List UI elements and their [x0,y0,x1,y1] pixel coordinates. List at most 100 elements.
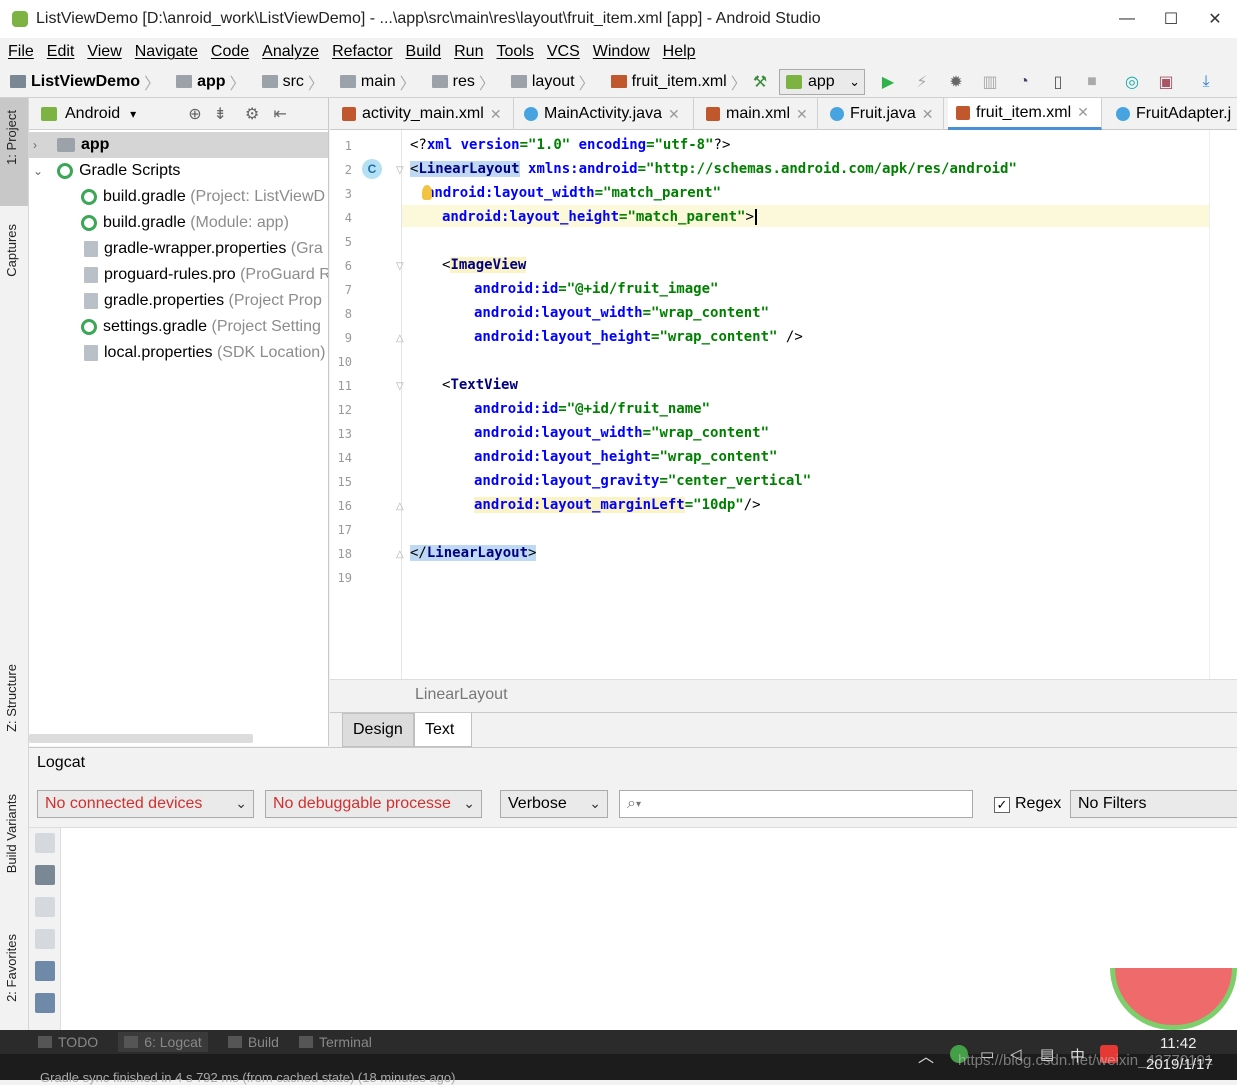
clear-logcat-icon[interactable] [35,833,55,853]
tool-tab-structure[interactable]: Z: Structure [4,664,19,732]
close-tab-icon[interactable]: ✕ [922,106,934,123]
menu-analyze[interactable]: Analyze [262,43,319,61]
print-icon[interactable] [35,993,55,1013]
tree-item-settings-gradle[interactable]: settings.gradle (Project Setting [29,314,328,340]
chevron-down-icon[interactable]: ▾ [130,107,136,121]
tool-window-terminal[interactable]: Terminal [298,1034,372,1050]
locate-icon[interactable]: ⊕ [188,104,201,124]
breadcrumb-app[interactable]: app 〉 [166,70,246,94]
menu-navigate[interactable]: Navigate [135,43,198,61]
lightbulb-icon[interactable] [422,185,432,200]
search-input[interactable]: ⌕ ▾ [619,790,973,818]
horizontal-scrollbar[interactable] [29,734,253,743]
device-manager-icon[interactable]: ▯ [1048,72,1068,92]
breadcrumb-file[interactable]: fruit_item.xml 〉 [601,70,747,94]
tool-tab-build-variants[interactable]: Build Variants [4,794,19,873]
tab-fruit-java[interactable]: Fruit.java ✕ [822,98,944,130]
java-class-icon [1116,107,1130,121]
minimize-button[interactable]: — [1105,0,1149,38]
logcat-icon [124,1036,139,1048]
avd-manager-icon[interactable]: ▣ [1156,72,1176,92]
apply-changes-icon[interactable]: ⚡ [912,72,932,92]
down-arrow-icon[interactable] [35,929,55,949]
module-folder-icon [57,138,75,152]
breadcrumb-project[interactable]: ListViewDemo 〉 [0,70,160,94]
tool-window-todo[interactable]: TODO [38,1034,98,1050]
hammer-icon[interactable]: ⚒ [750,72,770,92]
menu-tools[interactable]: Tools [496,43,533,61]
tree-item-proguard[interactable]: proguard-rules.pro (ProGuard R [29,262,328,288]
tree-item-local-properties[interactable]: local.properties (SDK Location) [29,340,328,366]
device-select[interactable]: No connected devices ⌄ [37,790,254,818]
run-icon[interactable]: ▶ [878,72,898,92]
tree-item-gradle-properties[interactable]: gradle.properties (Project Prop [29,288,328,314]
status-message: Gradle sync finished in 4 s 792 ms (from… [40,1070,456,1085]
tool-tab-captures[interactable]: Captures [4,224,19,277]
tab-mainactivity-java[interactable]: MainActivity.java ✕ [516,98,694,130]
tree-item-build-gradle-module[interactable]: build.gradle (Module: app) [29,210,328,236]
tool-tab-favorites[interactable]: 2: Favorites [4,934,19,1002]
tool-tab-project[interactable]: 1: Project [4,110,19,165]
breadcrumb-src[interactable]: src 〉 [252,70,324,94]
collapse-icon[interactable]: ⇟ [214,104,227,124]
class-marker-icon[interactable]: C [362,159,382,179]
code-line-4: android:layout_height="match_parent"> [442,206,757,228]
menu-file[interactable]: File [8,43,34,61]
tab-text[interactable]: Text [414,713,472,747]
sync-icon[interactable]: ◎ [1122,72,1142,92]
view-selector[interactable]: Android [65,105,120,123]
tab-main-xml[interactable]: main.xml ✕ [698,98,818,130]
chevron-right-icon[interactable]: › [33,138,37,152]
menu-help[interactable]: Help [663,43,696,61]
regex-checkbox[interactable]: ✓ [994,797,1010,813]
folder-icon [339,75,356,88]
menu-code[interactable]: Code [211,43,249,61]
hide-icon[interactable]: ⇤ [273,104,286,124]
gear-icon[interactable]: ⚙ [245,104,259,124]
tab-fruit-item-xml[interactable]: fruit_item.xml ✕ [948,98,1102,130]
menu-run[interactable]: Run [454,43,483,61]
tab-fruitadapter-java[interactable]: FruitAdapter.j [1108,98,1237,130]
stop-icon[interactable]: ■ [1082,72,1102,92]
close-tab-icon[interactable]: ✕ [1077,104,1089,121]
attach-debugger-icon[interactable]: ◔ [1014,72,1034,92]
menu-build[interactable]: Build [406,43,442,61]
editor-breadcrumb[interactable]: LinearLayout [330,679,1237,712]
tray-expand-icon[interactable]: ︿ [918,1043,934,1067]
window-title: ListViewDemo [D:\anroid_work\ListViewDem… [36,10,821,27]
tree-item-build-gradle-project[interactable]: build.gradle (Project: ListViewD [29,184,328,210]
log-level-select[interactable]: Verbose ⌄ [500,790,608,818]
sdk-manager-icon[interactable]: ⤓ [1196,72,1216,92]
scroll-to-end-icon[interactable] [35,865,55,885]
tab-design[interactable]: Design [342,713,414,747]
tree-item-gradle-scripts[interactable]: ⌄ Gradle Scripts [29,158,328,184]
menu-refactor[interactable]: Refactor [332,43,392,61]
clock-time[interactable]: 11:42 [1160,1035,1196,1052]
menu-edit[interactable]: Edit [47,43,75,61]
menu-vcs[interactable]: VCS [547,43,580,61]
profile-icon[interactable]: ▥ [980,72,1000,92]
filter-select[interactable]: No Filters [1070,790,1237,818]
breadcrumb-layout[interactable]: layout 〉 [501,70,595,94]
breadcrumb-main[interactable]: main 〉 [330,70,416,94]
tree-item-app[interactable]: › app [29,132,328,158]
chevron-down-icon[interactable]: ⌄ [33,164,43,178]
up-arrow-icon[interactable] [35,897,55,917]
tree-item-gradle-wrapper[interactable]: gradle-wrapper.properties (Gra [29,236,328,262]
tool-window-build[interactable]: Build [227,1034,279,1050]
close-tab-icon[interactable]: ✕ [796,106,808,123]
tool-window-logcat[interactable]: 6: Logcat [118,1032,208,1052]
debug-icon[interactable]: ✹ [946,72,966,92]
close-tab-icon[interactable]: ✕ [490,106,502,123]
run-config-select[interactable]: app ⌄ [779,69,865,95]
breadcrumb-res[interactable]: res 〉 [422,70,495,94]
menu-view[interactable]: View [87,43,121,61]
maximize-button[interactable]: ☐ [1149,0,1193,38]
menu-window[interactable]: Window [593,43,650,61]
process-select[interactable]: No debuggable processe ⌄ [265,790,482,818]
tab-activity-main-xml[interactable]: activity_main.xml ✕ [334,98,514,130]
soft-wrap-icon[interactable] [35,961,55,981]
close-tab-icon[interactable]: ✕ [668,106,680,123]
code-editor[interactable]: <?xml version="1.0" encoding="utf-8"?> <… [402,130,1237,679]
close-button[interactable]: ✕ [1193,0,1237,38]
